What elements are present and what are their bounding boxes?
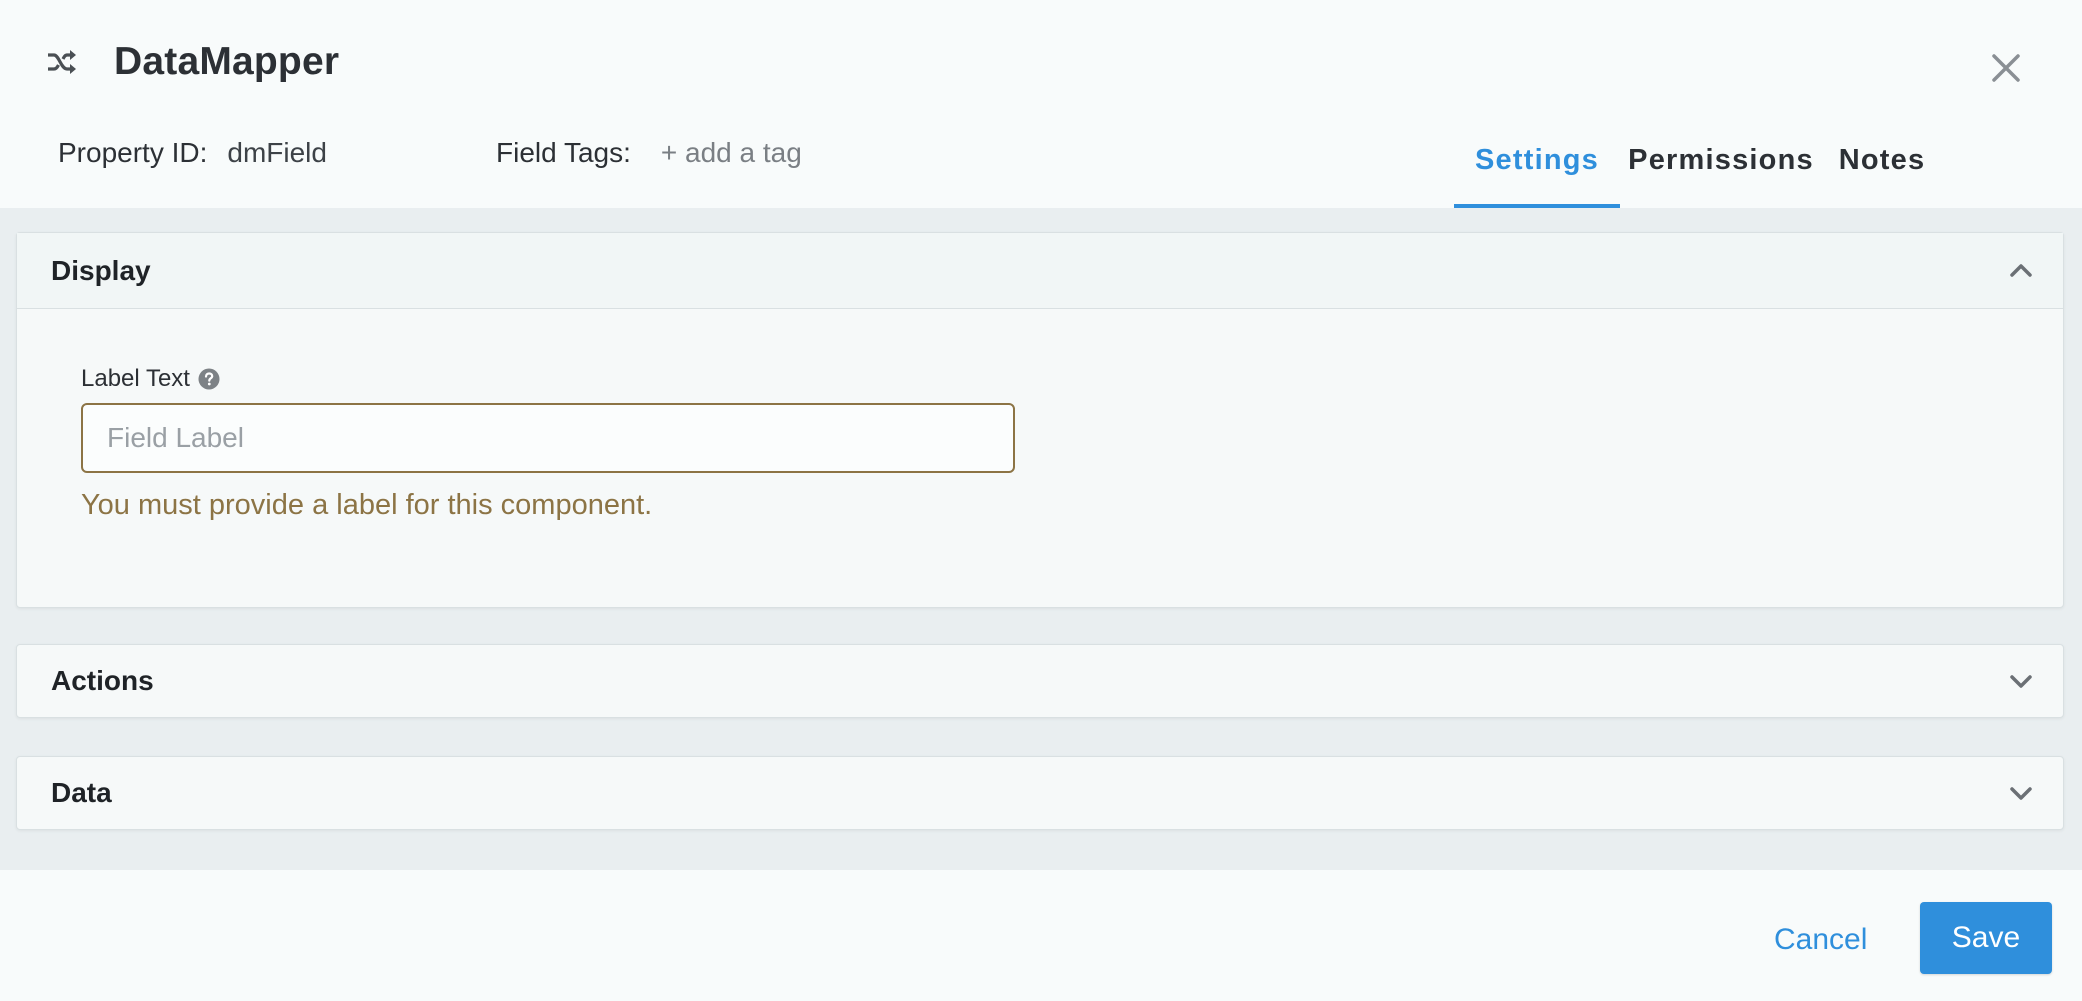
label-text-input[interactable] xyxy=(81,403,1015,473)
property-id-value: dmField xyxy=(227,137,327,168)
field-tags: Field Tags: + add a tag xyxy=(496,137,802,169)
close-button[interactable] xyxy=(1988,50,2024,86)
title-row: DataMapper xyxy=(46,40,339,84)
add-tag-link[interactable]: + add a tag xyxy=(661,137,802,169)
field-tags-label: Field Tags: xyxy=(496,137,631,168)
help-icon[interactable] xyxy=(198,368,220,390)
property-id-label: Property ID: xyxy=(58,137,208,168)
tab-permissions[interactable]: Permissions xyxy=(1620,128,1822,208)
label-text-label: Label Text xyxy=(81,365,190,392)
display-panel-title: Display xyxy=(51,254,151,286)
close-icon xyxy=(1992,54,2020,82)
actions-panel: Actions xyxy=(16,644,2064,718)
settings-modal: DataMapper Property ID: dmField Field Ta… xyxy=(0,0,2082,1001)
cancel-button[interactable]: Cancel xyxy=(1774,918,1867,962)
chevron-up-icon xyxy=(2010,264,2032,277)
modal-header: DataMapper Property ID: dmField Field Ta… xyxy=(0,0,2082,208)
data-panel-header[interactable]: Data xyxy=(17,757,2063,829)
actions-panel-header[interactable]: Actions xyxy=(17,645,2063,717)
data-panel-title: Data xyxy=(51,777,112,808)
shuffle-icon xyxy=(46,46,78,78)
save-button[interactable]: Save xyxy=(1920,902,2052,974)
property-id: Property ID: dmField xyxy=(58,137,327,169)
tab-bar: Settings Permissions Notes xyxy=(1454,128,1942,208)
display-panel-header[interactable]: Display xyxy=(17,233,2063,309)
chevron-down-icon xyxy=(2010,675,2032,688)
tab-settings[interactable]: Settings xyxy=(1454,128,1620,208)
tab-notes[interactable]: Notes xyxy=(1822,128,1942,208)
settings-body[interactable]: Display Label Text Field Label You must … xyxy=(0,208,2082,870)
modal-title: DataMapper xyxy=(114,40,340,83)
label-text-field: Label Text You must provide a label for … xyxy=(81,365,1015,521)
label-text-label-row: Label Text xyxy=(81,365,220,393)
modal-footer: Cancel Save xyxy=(0,870,2082,1001)
actions-panel-title: Actions xyxy=(51,665,154,696)
chevron-down-icon xyxy=(2010,787,2032,800)
data-panel: Data xyxy=(16,756,2064,830)
display-panel: Display Label Text Field Label You must … xyxy=(16,232,2064,608)
label-text-error: You must provide a label for this compon… xyxy=(81,489,653,521)
